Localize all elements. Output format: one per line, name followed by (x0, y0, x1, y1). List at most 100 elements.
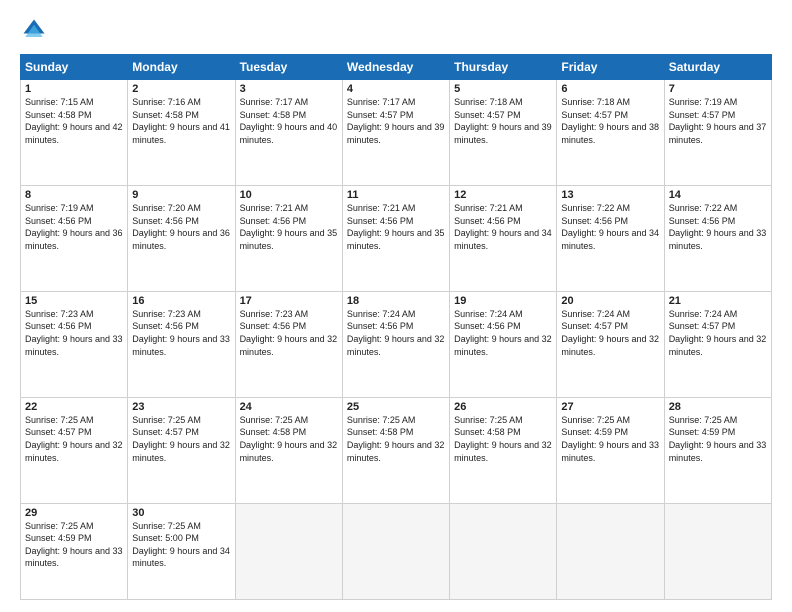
day-number: 30 (132, 507, 230, 519)
day-number: 9 (132, 189, 230, 201)
col-header-wednesday: Wednesday (342, 55, 449, 80)
calendar-cell: 3 Sunrise: 7:17 AMSunset: 4:58 PMDaylight… (235, 80, 342, 186)
day-info: Sunrise: 7:19 AMSunset: 4:56 PMDaylight:… (25, 203, 123, 251)
day-number: 3 (240, 83, 338, 95)
calendar-cell: 8 Sunrise: 7:19 AMSunset: 4:56 PMDaylight… (21, 185, 128, 291)
calendar-cell: 20 Sunrise: 7:24 AMSunset: 4:57 PMDayligh… (557, 291, 664, 397)
day-info: Sunrise: 7:21 AMSunset: 4:56 PMDaylight:… (454, 203, 552, 251)
day-number: 28 (669, 401, 767, 413)
day-number: 11 (347, 189, 445, 201)
week-row-1: 8 Sunrise: 7:19 AMSunset: 4:56 PMDaylight… (21, 185, 772, 291)
day-info: Sunrise: 7:24 AMSunset: 4:57 PMDaylight:… (561, 309, 659, 357)
day-number: 25 (347, 401, 445, 413)
day-number: 13 (561, 189, 659, 201)
day-number: 5 (454, 83, 552, 95)
col-header-friday: Friday (557, 55, 664, 80)
header (20, 16, 772, 44)
week-row-0: 1 Sunrise: 7:15 AMSunset: 4:58 PMDaylight… (21, 80, 772, 186)
calendar-cell: 7 Sunrise: 7:19 AMSunset: 4:57 PMDaylight… (664, 80, 771, 186)
day-info: Sunrise: 7:25 AMSunset: 4:58 PMDaylight:… (347, 415, 445, 463)
day-info: Sunrise: 7:21 AMSunset: 4:56 PMDaylight:… (347, 203, 445, 251)
day-info: Sunrise: 7:18 AMSunset: 4:57 PMDaylight:… (454, 97, 552, 145)
calendar-cell: 28 Sunrise: 7:25 AMSunset: 4:59 PMDayligh… (664, 397, 771, 503)
day-info: Sunrise: 7:25 AMSunset: 5:00 PMDaylight:… (132, 521, 230, 569)
logo-icon (20, 16, 48, 44)
calendar-cell: 10Sunrise: 7:21 AMSunset: 4:56 PMDayligh… (235, 185, 342, 291)
day-info: Sunrise: 7:25 AMSunset: 4:58 PMDaylight:… (240, 415, 338, 463)
day-number: 1 (25, 83, 123, 95)
day-info: Sunrise: 7:24 AMSunset: 4:56 PMDaylight:… (347, 309, 445, 357)
calendar-header-row: SundayMondayTuesdayWednesdayThursdayFrid… (21, 55, 772, 80)
col-header-saturday: Saturday (664, 55, 771, 80)
col-header-tuesday: Tuesday (235, 55, 342, 80)
day-number: 19 (454, 295, 552, 307)
calendar-cell: 25 Sunrise: 7:25 AMSunset: 4:58 PMDayligh… (342, 397, 449, 503)
day-number: 10 (240, 189, 338, 201)
calendar-cell: 16 Sunrise: 7:23 AMSunset: 4:56 PMDayligh… (128, 291, 235, 397)
day-info: Sunrise: 7:25 AMSunset: 4:59 PMDaylight:… (669, 415, 767, 463)
day-number: 22 (25, 401, 123, 413)
day-number: 2 (132, 83, 230, 95)
day-number: 17 (240, 295, 338, 307)
calendar-cell: 14 Sunrise: 7:22 AMSunset: 4:56 PMDayligh… (664, 185, 771, 291)
day-number: 6 (561, 83, 659, 95)
day-info: Sunrise: 7:25 AMSunset: 4:57 PMDaylight:… (132, 415, 230, 463)
day-info: Sunrise: 7:16 AMSunset: 4:58 PMDaylight:… (132, 97, 230, 145)
calendar-cell: 9 Sunrise: 7:20 AMSunset: 4:56 PMDaylight… (128, 185, 235, 291)
day-number: 4 (347, 83, 445, 95)
calendar-cell: 18 Sunrise: 7:24 AMSunset: 4:56 PMDayligh… (342, 291, 449, 397)
col-header-sunday: Sunday (21, 55, 128, 80)
calendar-cell: 15 Sunrise: 7:23 AMSunset: 4:56 PMDayligh… (21, 291, 128, 397)
day-info: Sunrise: 7:23 AMSunset: 4:56 PMDaylight:… (132, 309, 230, 357)
calendar-cell (342, 503, 449, 599)
calendar-cell: 30 Sunrise: 7:25 AMSunset: 5:00 PMDayligh… (128, 503, 235, 599)
day-info: Sunrise: 7:24 AMSunset: 4:57 PMDaylight:… (669, 309, 767, 357)
calendar-table: SundayMondayTuesdayWednesdayThursdayFrid… (20, 54, 772, 600)
calendar-cell: 17Sunrise: 7:23 AMSunset: 4:56 PMDayligh… (235, 291, 342, 397)
week-row-3: 22 Sunrise: 7:25 AMSunset: 4:57 PMDayligh… (21, 397, 772, 503)
col-header-monday: Monday (128, 55, 235, 80)
day-number: 12 (454, 189, 552, 201)
day-info: Sunrise: 7:22 AMSunset: 4:56 PMDaylight:… (561, 203, 659, 251)
day-number: 14 (669, 189, 767, 201)
day-info: Sunrise: 7:18 AMSunset: 4:57 PMDaylight:… (561, 97, 659, 145)
calendar-body: 1 Sunrise: 7:15 AMSunset: 4:58 PMDaylight… (21, 80, 772, 600)
day-number: 26 (454, 401, 552, 413)
day-number: 23 (132, 401, 230, 413)
calendar-cell (235, 503, 342, 599)
day-number: 15 (25, 295, 123, 307)
calendar-cell: 26 Sunrise: 7:25 AMSunset: 4:58 PMDayligh… (450, 397, 557, 503)
day-number: 7 (669, 83, 767, 95)
calendar-cell: 24 Sunrise: 7:25 AMSunset: 4:58 PMDayligh… (235, 397, 342, 503)
calendar-cell: 19 Sunrise: 7:24 AMSunset: 4:56 PMDayligh… (450, 291, 557, 397)
calendar-cell (664, 503, 771, 599)
calendar-cell: 4 Sunrise: 7:17 AMSunset: 4:57 PMDaylight… (342, 80, 449, 186)
page: SundayMondayTuesdayWednesdayThursdayFrid… (0, 0, 792, 612)
calendar-cell: 29Sunrise: 7:25 AMSunset: 4:59 PMDayligh… (21, 503, 128, 599)
day-number: 8 (25, 189, 123, 201)
calendar-cell: 1 Sunrise: 7:15 AMSunset: 4:58 PMDaylight… (21, 80, 128, 186)
calendar-cell: 13 Sunrise: 7:22 AMSunset: 4:56 PMDayligh… (557, 185, 664, 291)
day-number: 20 (561, 295, 659, 307)
day-info: Sunrise: 7:15 AMSunset: 4:58 PMDaylight:… (25, 97, 123, 145)
calendar-cell: 12 Sunrise: 7:21 AMSunset: 4:56 PMDayligh… (450, 185, 557, 291)
calendar-cell: 11 Sunrise: 7:21 AMSunset: 4:56 PMDayligh… (342, 185, 449, 291)
calendar-cell (450, 503, 557, 599)
day-info: Sunrise: 7:17 AMSunset: 4:57 PMDaylight:… (347, 97, 445, 145)
day-number: 24 (240, 401, 338, 413)
day-info: Sunrise: 7:17 AMSunset: 4:58 PMDaylight:… (240, 97, 338, 145)
day-info: Sunrise: 7:19 AMSunset: 4:57 PMDaylight:… (669, 97, 767, 145)
day-info: Sunrise: 7:20 AMSunset: 4:56 PMDaylight:… (132, 203, 230, 251)
day-info: Sunrise: 7:24 AMSunset: 4:56 PMDaylight:… (454, 309, 552, 357)
day-number: 16 (132, 295, 230, 307)
day-info: Sunrise: 7:25 AMSunset: 4:58 PMDaylight:… (454, 415, 552, 463)
week-row-2: 15 Sunrise: 7:23 AMSunset: 4:56 PMDayligh… (21, 291, 772, 397)
day-info: Sunrise: 7:25 AMSunset: 4:57 PMDaylight:… (25, 415, 123, 463)
day-info: Sunrise: 7:23 AMSunset: 4:56 PMDaylight:… (25, 309, 123, 357)
day-number: 27 (561, 401, 659, 413)
calendar-cell: 2 Sunrise: 7:16 AMSunset: 4:58 PMDaylight… (128, 80, 235, 186)
week-row-4: 29Sunrise: 7:25 AMSunset: 4:59 PMDayligh… (21, 503, 772, 599)
day-info: Sunrise: 7:22 AMSunset: 4:56 PMDaylight:… (669, 203, 767, 251)
calendar-cell: 21Sunrise: 7:24 AMSunset: 4:57 PMDayligh… (664, 291, 771, 397)
day-number: 18 (347, 295, 445, 307)
